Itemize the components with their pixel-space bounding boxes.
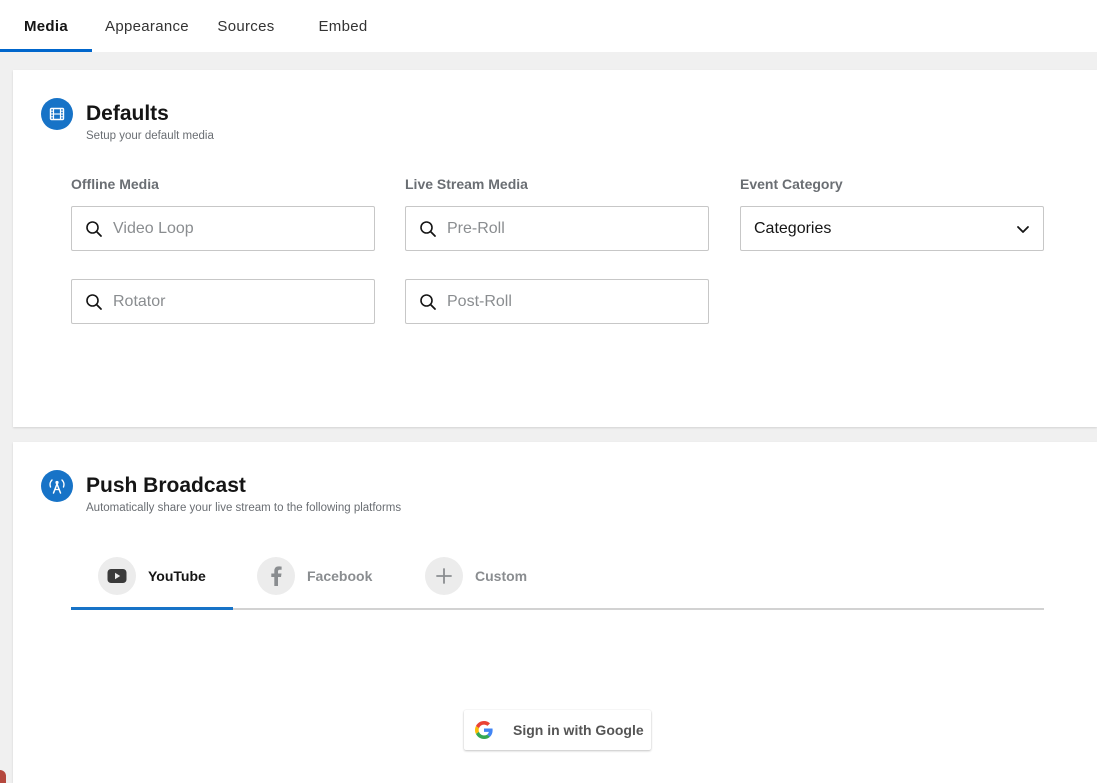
live-stream-media-label: Live Stream Media — [405, 176, 528, 192]
platform-tab-label: YouTube — [148, 568, 206, 584]
youtube-icon — [98, 557, 136, 595]
post-roll-input[interactable] — [447, 292, 687, 311]
platform-tab-youtube[interactable]: YouTube — [98, 556, 206, 596]
defaults-title: Defaults — [86, 102, 169, 125]
pre-roll-input[interactable] — [447, 219, 687, 238]
search-icon — [86, 293, 102, 310]
corner-decoration — [0, 770, 6, 783]
facebook-icon — [257, 557, 295, 595]
push-broadcast-subtitle: Automatically share your live stream to … — [86, 502, 402, 514]
rotator-input[interactable] — [113, 292, 353, 311]
search-icon — [86, 220, 102, 237]
video-loop-search[interactable] — [71, 206, 375, 251]
plus-icon — [425, 557, 463, 595]
offline-media-label: Offline Media — [71, 176, 159, 192]
event-category-value: Categories — [754, 219, 832, 237]
event-category-label: Event Category — [740, 176, 843, 192]
search-icon — [420, 220, 436, 237]
google-button-label: Sign in with Google — [513, 722, 644, 738]
defaults-card: Defaults Setup your default media Offlin… — [13, 70, 1097, 427]
rotator-search[interactable] — [71, 279, 375, 324]
film-icon — [41, 98, 73, 130]
google-icon — [475, 721, 493, 739]
post-roll-search[interactable] — [405, 279, 709, 324]
pre-roll-search[interactable] — [405, 206, 709, 251]
video-loop-input[interactable] — [113, 219, 353, 238]
platform-tab-facebook[interactable]: Facebook — [257, 556, 372, 596]
push-broadcast-title: Push Broadcast — [86, 474, 246, 497]
tab-sources[interactable]: Sources — [210, 0, 282, 52]
broadcast-tower-icon — [41, 470, 73, 502]
platform-active-indicator — [71, 607, 233, 610]
active-tab-indicator — [0, 49, 92, 52]
event-category-select[interactable]: Categories — [740, 206, 1044, 251]
top-tab-bar: Media Appearance Sources Embed — [0, 0, 1097, 52]
platform-tab-label: Facebook — [307, 568, 373, 584]
sign-in-with-google-button[interactable]: Sign in with Google — [464, 710, 651, 750]
tab-appearance[interactable]: Appearance — [98, 0, 196, 52]
platform-tab-custom[interactable]: Custom — [425, 556, 527, 596]
tab-embed[interactable]: Embed — [312, 0, 374, 52]
chevron-down-icon — [1017, 225, 1029, 233]
push-broadcast-card: Push Broadcast Automatically share your … — [13, 442, 1097, 783]
tab-media[interactable]: Media — [0, 0, 92, 52]
search-icon — [420, 293, 436, 310]
platform-tab-label: Custom — [475, 568, 528, 584]
defaults-subtitle: Setup your default media — [86, 130, 214, 142]
